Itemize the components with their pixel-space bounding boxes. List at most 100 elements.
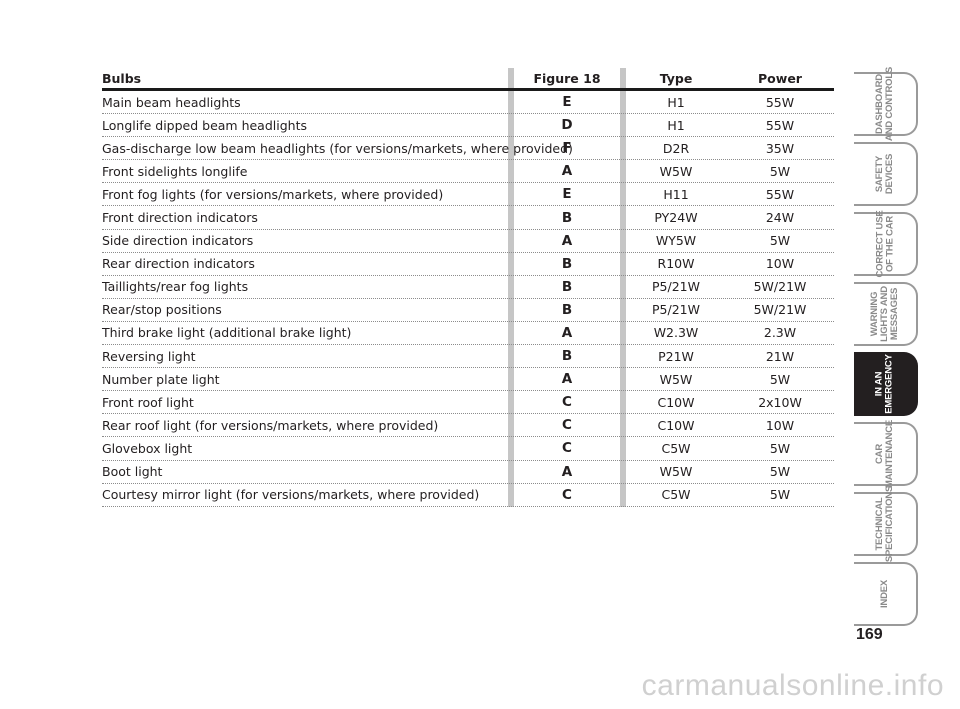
table-row: Rear/stop positions B P5/21W 5W/21W <box>102 299 834 322</box>
figure-ref: A <box>561 324 573 341</box>
bulb-name: Courtesy mirror light (for versions/mark… <box>102 487 480 503</box>
bulb-power: 2x10W <box>758 394 802 410</box>
header-type: Type <box>659 70 693 86</box>
header-bulbs: Bulbs <box>102 70 142 86</box>
figure-ref: A <box>561 371 573 388</box>
bulb-power: 55W <box>765 117 795 133</box>
table-row: Courtesy mirror light (for versions/mark… <box>102 484 834 507</box>
tab-label: WARNING LIGHTS AND MESSAGES <box>868 286 900 342</box>
bulb-type: D2R <box>662 140 690 156</box>
figure-ref: B <box>561 209 573 226</box>
tab-safety-devices[interactable]: SAFETY DEVICES <box>854 142 918 206</box>
bulb-name: Reversing light <box>102 348 196 364</box>
bulb-type: WY5W <box>655 233 697 249</box>
bulb-name: Number plate light <box>102 371 220 387</box>
bulb-type: P5/21W <box>652 279 700 295</box>
table-row: Rear direction indicators B R10W 10W <box>102 253 834 276</box>
bulb-type: P5/21W <box>652 302 700 318</box>
figure-ref: A <box>561 163 573 180</box>
figure-ref: B <box>561 301 573 318</box>
tab-correct-use[interactable]: CORRECT USE OF THE CAR <box>854 210 918 278</box>
bulb-name: Main beam headlights <box>102 94 241 110</box>
table-row: Longlife dipped beam headlights D H1 55W <box>102 114 834 138</box>
table-row: Third brake light (additional brake ligh… <box>102 322 834 346</box>
bulb-name: Rear direction indicators <box>102 256 255 272</box>
table-row: Gas-discharge low beam headlights (for v… <box>102 137 834 161</box>
table-row: Reversing light B P21W 21W <box>102 345 834 369</box>
bulb-type: W5W <box>659 163 693 179</box>
bulb-name: Front sidelights longlife <box>102 163 248 179</box>
tab-label: IN AN EMERGENCY <box>874 354 895 414</box>
bulb-type: P21W <box>658 348 694 364</box>
table-row: Rear roof light (for versions/markets, w… <box>102 414 834 438</box>
figure-ref: C <box>562 417 572 434</box>
bulb-name: Glovebox light <box>102 440 193 456</box>
bulb-name: Rear/stop positions <box>102 302 222 318</box>
bulb-name: Gas-discharge low beam headlights (for v… <box>102 140 573 156</box>
bulb-type: H1 <box>667 94 685 110</box>
bulb-power: 55W <box>765 186 795 202</box>
bulb-power: 5W <box>769 371 791 387</box>
bulb-power: 10W <box>765 417 795 433</box>
bulb-power: 5W <box>769 440 791 456</box>
bulb-power: 5W <box>769 163 791 179</box>
tab-label: CORRECT USE OF THE CAR <box>874 210 896 278</box>
tab-in-an-emergency[interactable]: IN AN EMERGENCY <box>854 352 918 416</box>
bulb-power: 10W <box>765 256 795 272</box>
tab-technical-specifications[interactable]: TECHNICAL SPECIFICATIONS <box>854 486 918 562</box>
bulb-type: C5W <box>661 487 691 503</box>
figure-ref: C <box>562 394 572 411</box>
tab-label: CAR MAINTENANCE <box>874 420 895 488</box>
bulb-type: R10W <box>657 256 695 272</box>
table-row: Front roof light C C10W 2x10W <box>102 391 834 415</box>
table-row: Number plate light A W5W 5W <box>102 368 834 392</box>
tab-label: DASHBOARD AND CONTROLS <box>874 66 895 142</box>
watermark: carmanualsonline.info <box>641 669 944 702</box>
table-body: Main beam headlights E H1 55W Longlife dipp… <box>102 91 834 507</box>
figure-ref: A <box>561 463 573 480</box>
figure-ref: C <box>562 440 572 457</box>
tab-index[interactable]: INDEX <box>854 562 918 626</box>
page-number: 169 <box>856 626 883 643</box>
tab-car-maintenance[interactable]: CAR MAINTENANCE <box>854 420 918 488</box>
table-header: Bulbs Figure 18 Type Power <box>102 68 834 91</box>
bulb-name: Front fog lights (for versions/markets, … <box>102 186 444 202</box>
bulb-name: Taillights/rear fog lights <box>102 279 249 295</box>
bulb-power: 5W <box>769 233 791 249</box>
bulb-power: 35W <box>765 140 795 156</box>
bulb-table: Bulbs Figure 18 Type Power Main beam hea… <box>102 68 834 507</box>
bulb-type: H1 <box>667 117 685 133</box>
tab-dashboard-and-controls[interactable]: DASHBOARD AND CONTROLS <box>854 67 918 141</box>
table-row: Glovebox light C C5W 5W <box>102 437 834 461</box>
table-row: Side direction indicators A WY5W 5W <box>102 230 834 253</box>
bulb-power: 5W <box>769 464 791 480</box>
figure-ref: E <box>562 186 572 203</box>
figure-ref: E <box>562 94 572 111</box>
bulb-name: Front roof light <box>102 394 194 410</box>
header-power: Power <box>758 70 802 86</box>
table-row: Boot light A W5W 5W <box>102 461 834 484</box>
bulb-name: Side direction indicators <box>102 233 254 249</box>
figure-ref: A <box>561 232 573 249</box>
bulb-type: H11 <box>663 186 689 202</box>
table-row: Front fog lights (for versions/markets, … <box>102 183 834 207</box>
bulb-power: 55W <box>765 94 795 110</box>
tab-label: SAFETY DEVICES <box>874 153 895 195</box>
bulb-name: Third brake light (additional brake ligh… <box>102 325 352 341</box>
bulb-power: 5W <box>769 487 791 503</box>
tab-label: TECHNICAL SPECIFICATIONS <box>874 485 896 563</box>
bulb-name: Front direction indicators <box>102 210 258 226</box>
bulb-name: Rear roof light (for versions/markets, w… <box>102 417 439 433</box>
bulb-power: 5W/21W <box>753 279 807 295</box>
bulb-type: W5W <box>659 464 693 480</box>
bulb-name: Boot light <box>102 464 163 480</box>
bulb-name: Longlife dipped beam headlights <box>102 117 307 133</box>
bulb-power: 21W <box>765 348 795 364</box>
bulb-type: C10W <box>657 417 695 433</box>
header-figure: Figure 18 <box>533 70 601 86</box>
bulb-type: C10W <box>657 394 695 410</box>
tab-warning-lights[interactable]: WARNING LIGHTS AND MESSAGES <box>854 282 918 346</box>
figure-ref: C <box>562 486 572 503</box>
figure-ref: B <box>561 255 573 272</box>
table-row: Front sidelights longlife A W5W 5W <box>102 160 834 184</box>
